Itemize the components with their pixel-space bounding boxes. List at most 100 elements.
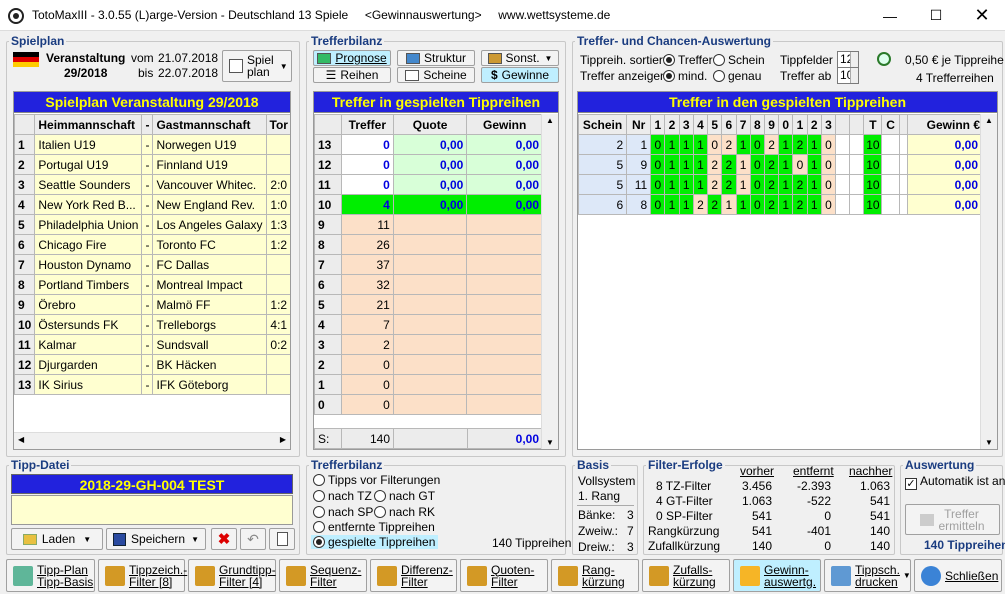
tippzeichen-filter-button[interactable]: Tippzeich.- Filter [8] xyxy=(98,559,187,592)
maximize-button[interactable]: ☐ xyxy=(913,0,959,31)
schliessen-button[interactable]: Schließen xyxy=(914,559,1002,592)
trefferbilanz-row[interactable]: 11 0 0,00 0,00 xyxy=(314,174,543,195)
trefferbilanz-vscrollbar[interactable]: ▲ ▼ xyxy=(541,114,558,449)
trefferbilanz-row[interactable]: 13 0 0,00 0,00 xyxy=(314,134,543,155)
struktur-button[interactable]: Struktur xyxy=(397,50,475,66)
filter-name: 0 SP-Filter xyxy=(656,509,713,523)
nach-tz-radio[interactable]: nach TZ xyxy=(313,489,372,503)
tippreihe-row[interactable]: 5 11 0 1 1 1 2 2 1 0 2 1 2 1 0 10 0,00 xyxy=(578,174,983,195)
spielplan-row[interactable]: 11Kalmar-Sundsvall0:22 xyxy=(14,334,290,355)
trefferbilanz-row[interactable]: 12 0 0,00 0,00 xyxy=(314,154,543,175)
anzeigen-genau-radio[interactable]: genau xyxy=(713,69,761,83)
spielplan-row-number: 1 xyxy=(14,134,36,155)
trefferab-stepper[interactable]: 10 xyxy=(837,67,859,84)
treffer-ermitteln-button[interactable]: Treffer ermitteln xyxy=(905,504,1000,535)
score: 0:2 xyxy=(265,334,290,355)
tip-cell: 1 xyxy=(735,134,751,155)
tipps-vor-filterungen-radio[interactable]: Tipps vor Filterungen xyxy=(313,473,440,487)
empty-cell xyxy=(898,154,908,175)
spielplan-row[interactable]: 13IK Sirius-IFK Göteborg1 xyxy=(14,374,290,395)
basis-system: Vollsystem xyxy=(578,474,636,488)
trefferab-label: Treffer ab xyxy=(780,69,832,83)
trefferbilanz-row[interactable]: 7 37 xyxy=(314,254,543,275)
gespielte-tippreihen-radio[interactable]: gespielte Tippreihen xyxy=(311,535,439,549)
nach-gt-radio[interactable]: nach GT xyxy=(374,489,435,503)
spielplan-row[interactable]: 6Chicago Fire-Toronto FC1:22 xyxy=(14,234,290,255)
tippreihe-row[interactable]: 5 9 0 1 1 1 2 2 1 0 2 1 0 1 0 10 0,00 xyxy=(578,154,983,175)
grundtipp-filter-button[interactable]: Grundtipp- Filter [4] xyxy=(188,559,276,592)
chevron-down-icon: ▼ xyxy=(279,61,288,71)
gewinn-value xyxy=(466,254,543,275)
prognose-button[interactable]: Prognose xyxy=(313,50,391,66)
spielplan-row[interactable]: 10Östersunds FK-Trelleborgs4:11 xyxy=(14,314,290,335)
laden-button[interactable]: Laden ▼ xyxy=(11,528,103,550)
filter-name: Rangkürzung xyxy=(648,524,720,538)
treffer-count-label: 1 xyxy=(314,374,342,395)
spielplan-row[interactable]: 1Italien U19-Norwegen U190 xyxy=(14,134,290,155)
undo-icon[interactable]: ↶ xyxy=(240,528,266,550)
close-window-button[interactable]: ✕ xyxy=(959,0,1005,31)
spielplan-hscrollbar[interactable]: ◀ ▶ xyxy=(14,432,290,449)
trefferbilanz-row[interactable]: 10 4 0,00 0,00 xyxy=(314,194,543,215)
sonstiges-button[interactable]: Sonst. ▼ xyxy=(481,50,559,66)
trefferbilanz-row[interactable]: 5 21 xyxy=(314,294,543,315)
treffer-value: 32 xyxy=(340,274,394,295)
tippreihe-row[interactable]: 2 1 0 1 1 1 0 2 1 0 2 1 2 1 0 10 0,00 xyxy=(578,134,983,155)
gewinne-button[interactable]: $ Gewinne xyxy=(481,67,559,83)
zoom-icon[interactable] xyxy=(877,52,891,66)
spielplan-row[interactable]: 5 Philadelphia Union - Los Angeles Galaxy 1:… xyxy=(14,214,290,235)
minimize-button[interactable]: — xyxy=(867,0,913,31)
new-file-icon[interactable] xyxy=(269,528,295,550)
trefferbilanz-row[interactable]: 8 26 xyxy=(314,234,543,255)
trefferbilanz-row[interactable]: 47 xyxy=(314,314,543,335)
vom-date: 21.07.2018 xyxy=(158,51,219,65)
scheine-button[interactable]: Scheine xyxy=(397,67,475,83)
spielplan-row[interactable]: 7Houston Dynamo-FC Dallas0 xyxy=(14,254,290,275)
sort-schein-radio[interactable]: Schein xyxy=(713,53,765,67)
nach-rk-radio[interactable]: nach RK xyxy=(374,505,435,519)
trefferbilanz-row[interactable]: 32 xyxy=(314,334,543,355)
treffer-value: 21 xyxy=(340,294,394,315)
quoten-filter-button[interactable]: Quoten- Filter xyxy=(460,559,548,592)
ticket-icon xyxy=(405,69,420,81)
auswertung-col-header: 8 xyxy=(749,114,765,135)
treffer-tippreihen-vscrollbar[interactable]: ▲ ▼ xyxy=(980,114,997,449)
spielplan-icon xyxy=(229,59,243,73)
entfernte-tippreihen-radio[interactable]: entfernte Tippreihen xyxy=(313,520,435,534)
tippschein-drucken-button[interactable]: Tippsch. drucken ▼ xyxy=(824,559,911,592)
trefferbilanz-row[interactable]: 10 xyxy=(314,374,543,395)
tip-cell: 0 xyxy=(650,154,666,175)
spielplan-row[interactable]: 9Örebro-Malmö FF1:22 xyxy=(14,294,290,315)
trefferbilanz-row[interactable]: 6 32 xyxy=(314,274,543,295)
zufallskuerzung-button[interactable]: Zufalls- kürzung xyxy=(642,559,730,592)
spielplan-row[interactable]: 3Seattle Sounders-Vancouver Whitec.2:01 xyxy=(14,174,290,195)
tipp-plan-button[interactable]: Tipp-Plan Tipp-Basis xyxy=(6,559,95,592)
rangkuerzung-button[interactable]: Rang- kürzung xyxy=(551,559,639,592)
quote-value xyxy=(392,234,468,255)
automatik-checkbox[interactable]: ✓ Automatik ist an xyxy=(905,474,1005,490)
spielplan-row[interactable]: 8Portland Timbers-Montreal Impact0 xyxy=(14,274,290,295)
nach-sp-radio[interactable]: nach SP xyxy=(313,505,373,519)
sort-treffer-radio[interactable]: Treffer xyxy=(663,53,713,67)
differenz-filter-button[interactable]: Differenz- Filter xyxy=(370,559,457,592)
tippreihe-row[interactable]: 6 8 0 1 1 2 2 1 1 0 2 1 2 1 0 10 0,00 xyxy=(578,194,983,215)
spielplan-row[interactable]: 12Djurgarden-BK Häcken1 xyxy=(14,354,290,375)
spielplan-row[interactable]: 4New York Red B...-New England Rev.1:01 xyxy=(14,194,290,215)
tippdatei-notes-field[interactable] xyxy=(11,495,293,525)
gewinnauswertung-button[interactable]: Gewinn- auswertg. xyxy=(733,559,821,592)
home-team: Örebro xyxy=(34,294,143,315)
speichern-button[interactable]: Speichern ▼ xyxy=(106,528,206,550)
reihen-button[interactable]: ☰ Reihen xyxy=(313,67,391,83)
spielplan-button[interactable]: Spiel plan ▼ xyxy=(222,50,292,82)
tippdatei-legend: Tipp-Datei xyxy=(11,458,70,472)
trefferbilanz-row[interactable]: 9 11 xyxy=(314,214,543,235)
gewinn-value: 0,00 xyxy=(466,194,543,215)
anzeigen-mind-radio[interactable]: mind. xyxy=(663,69,707,83)
tippfelder-stepper[interactable]: 12 xyxy=(837,51,859,68)
sequenz-filter-button[interactable]: Sequenz- Filter xyxy=(279,559,367,592)
delete-icon[interactable]: ✖ xyxy=(211,528,237,550)
trefferbilanz-row[interactable]: 00 xyxy=(314,394,543,415)
spielplan-row[interactable]: 2Portugal U19-Finnland U191 xyxy=(14,154,290,175)
trefferbilanz-row[interactable]: 20 xyxy=(314,354,543,375)
spielplan-row-number: 4 xyxy=(14,194,36,215)
